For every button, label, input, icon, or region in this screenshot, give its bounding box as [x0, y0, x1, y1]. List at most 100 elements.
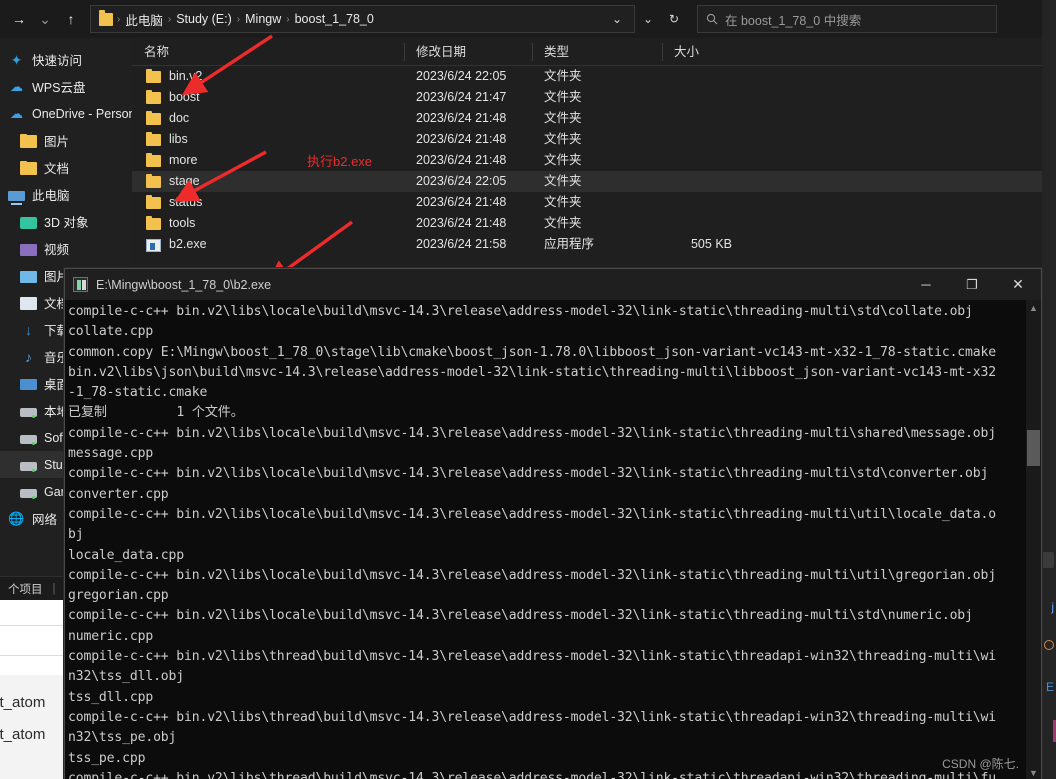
right-strip-circle-icon: [1044, 640, 1054, 650]
breadcrumb-item-2[interactable]: Mingw: [241, 12, 285, 26]
console-line: gregorian.cpp: [68, 588, 169, 604]
scrollbar-thumb[interactable]: [1027, 430, 1040, 466]
address-bar: → ⌄ ↑ › 此电脑 › Study (E:) › Mingw › boost…: [0, 0, 1042, 38]
console-line: numeric.cpp: [68, 628, 154, 644]
right-strip-glyph: j: [1051, 600, 1054, 614]
table-row[interactable]: libs 2023/6/24 21:48 文件夹: [132, 129, 1042, 150]
sidebar-item-6[interactable]: 3D 对象: [0, 208, 132, 235]
file-name-cell: libs: [132, 129, 404, 150]
file-date: 2023/6/24 21:48: [416, 111, 507, 125]
console-title-text: E:\Mingw\boost_1_78_0\b2.exe: [96, 277, 272, 292]
console-line: compile-c-c++ bin.v2\libs\locale\build\m…: [68, 506, 996, 522]
column-header-type[interactable]: 类型: [532, 38, 662, 66]
file-date: 2023/6/24 22:05: [416, 69, 507, 83]
console-line: tss_dll.cpp: [68, 689, 154, 705]
file-type: 文件夹: [544, 111, 582, 125]
this-pc-icon: [8, 190, 25, 205]
maximize-button[interactable]: ❐: [949, 269, 995, 300]
console-line: tss_pe.cpp: [68, 750, 146, 766]
console-line: compile-c-c++ bin.v2\libs\thread\build\m…: [68, 649, 996, 665]
table-row[interactable]: doc 2023/6/24 21:48 文件夹: [132, 108, 1042, 129]
sidebar-item-2[interactable]: ☁ OneDrive - Person: [0, 100, 132, 127]
sidebar-item-label: 图片: [44, 135, 70, 149]
file-name: stage: [169, 174, 200, 188]
desktop-icon: [20, 379, 37, 390]
sidebar-item-1[interactable]: ☁ WPS云盘: [0, 73, 132, 100]
breadcrumb-item-1[interactable]: Study (E:): [172, 12, 236, 26]
console-line: bj: [68, 527, 84, 543]
file-name-cell: boost: [132, 87, 404, 108]
up-button[interactable]: ↑: [58, 5, 84, 33]
sidebar-item-label: 文档: [44, 162, 70, 176]
watermark: CSDN @陈七.: [942, 757, 1019, 771]
console-line: compile-c-c++ bin.v2\libs\locale\build\m…: [68, 304, 973, 319]
sidebar-item-label: 视频: [44, 243, 70, 257]
folder-icon: [146, 195, 161, 209]
cloud-icon: ☁: [10, 105, 23, 121]
music-icon: ♪: [25, 348, 32, 365]
sidebar-item-4[interactable]: 文档: [0, 154, 132, 181]
address-history-button[interactable]: ⌄: [635, 5, 661, 33]
console-line: compile-c-c++ bin.v2\libs\thread\build\m…: [68, 770, 996, 779]
file-type: 文件夹: [544, 174, 582, 188]
more-options-icon[interactable]: [1042, 552, 1054, 568]
refresh-icon[interactable]: ↻: [661, 5, 687, 33]
table-row[interactable]: tools 2023/6/24 21:48 文件夹: [132, 213, 1042, 234]
console-line: compile-c-c++ bin.v2\libs\thread\build\m…: [68, 709, 996, 725]
file-type: 文件夹: [544, 132, 582, 146]
console-line: converter.cpp: [68, 486, 169, 502]
documents-icon: [20, 296, 37, 310]
scroll-up-button[interactable]: ▲: [1026, 300, 1041, 315]
chevron-down-icon[interactable]: ⌄: [604, 5, 630, 33]
sidebar-item-label: 3D 对象: [44, 216, 89, 230]
table-row[interactable]: status 2023/6/24 21:48 文件夹: [132, 192, 1042, 213]
close-button[interactable]: ✕: [995, 269, 1041, 300]
background-list-item[interactable]: st_atom: [0, 694, 45, 711]
sidebar-item-label: 此电脑: [32, 189, 70, 203]
column-header-date[interactable]: 修改日期: [404, 38, 532, 66]
background-list-item[interactable]: st_atom: [0, 726, 45, 743]
sidebar-item-3[interactable]: 图片: [0, 127, 132, 154]
scroll-down-button[interactable]: ▼: [1026, 765, 1041, 779]
file-name: b2.exe: [169, 237, 207, 251]
table-row[interactable]: stage 2023/6/24 22:05 文件夹: [132, 171, 1042, 192]
search-icon: [706, 13, 718, 25]
sidebar-item-0[interactable]: ✦ 快速访问: [0, 46, 132, 73]
column-header-name[interactable]: 名称: [132, 38, 404, 66]
file-list: bin.v2 2023/6/24 22:05 文件夹 boost 2023/6/24 2…: [132, 66, 1042, 255]
drive-icon: [20, 462, 37, 472]
downloads-icon: ↓: [25, 321, 32, 338]
file-type: 文件夹: [544, 69, 582, 83]
sidebar-item-7[interactable]: 视频: [0, 235, 132, 262]
folder-icon: [146, 174, 161, 188]
table-row[interactable]: bin.v2 2023/6/24 22:05 文件夹: [132, 66, 1042, 87]
file-date: 2023/6/24 21:47: [416, 90, 507, 104]
window-controls: ─ ❐ ✕: [903, 269, 1041, 300]
console-line: compile-c-c++ bin.v2\libs\locale\build\m…: [68, 425, 996, 441]
console-title-bar[interactable]: E:\Mingw\boost_1_78_0\b2.exe ─ ❐ ✕: [65, 269, 1041, 300]
minimize-button[interactable]: ─: [903, 269, 949, 300]
console-window: E:\Mingw\boost_1_78_0\b2.exe ─ ❐ ✕ compi…: [64, 268, 1042, 779]
column-header-size[interactable]: 大小: [662, 38, 742, 66]
search-input[interactable]: 在 boost_1_78_0 中搜索: [697, 5, 997, 33]
console-output[interactable]: compile-c-c++ bin.v2\libs\locale\build\m…: [65, 300, 1041, 779]
table-row[interactable]: b2.exe 2023/6/24 21:58 应用程序 505 KB: [132, 234, 1042, 255]
right-strip-glyph-2: E: [1045, 680, 1054, 694]
folder-icon: [146, 111, 161, 125]
breadcrumb-item-0[interactable]: 此电脑: [121, 10, 167, 29]
file-size: [662, 192, 742, 213]
annotation-run-b2: 执行b2.exe: [307, 154, 373, 169]
table-row[interactable]: boost 2023/6/24 21:47 文件夹: [132, 87, 1042, 108]
forward-button[interactable]: →: [6, 5, 32, 33]
drive-icon: [20, 435, 37, 445]
console-line: bin.v2\libs\json\build\msvc-14.3\release…: [68, 364, 996, 380]
recent-dropdown-button[interactable]: ⌄: [32, 5, 58, 33]
address-breadcrumb-box[interactable]: › 此电脑 › Study (E:) › Mingw › boost_1_78_…: [90, 5, 635, 33]
sidebar-item-5[interactable]: 此电脑: [0, 181, 132, 208]
console-scrollbar[interactable]: ▲ ▼: [1026, 300, 1041, 779]
breadcrumb-item-3[interactable]: boost_1_78_0: [291, 12, 378, 26]
folder-icon: [146, 69, 161, 83]
file-name-cell: doc: [132, 108, 404, 129]
table-row[interactable]: more 2023/6/24 21:48 文件夹: [132, 150, 1042, 171]
exe-icon: [146, 238, 161, 252]
